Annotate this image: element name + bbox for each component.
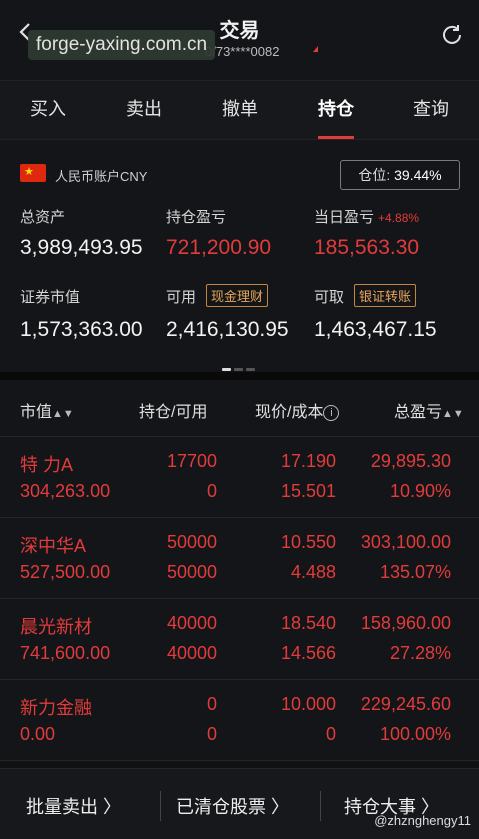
stock-pl-pct: 135.07%	[379, 562, 451, 582]
section-divider	[0, 372, 479, 380]
header-total-pl[interactable]: 总盈亏▲▼	[394, 398, 464, 422]
table-row[interactable]: 特 力A 304,263.00 17700 0 17.190 15.501 29…	[0, 437, 479, 518]
trade-tabs: 买入 卖出 撤单 持仓 查询	[0, 80, 479, 140]
stock-name: 新力金融	[20, 698, 92, 718]
stock-available: 0	[206, 481, 217, 501]
stock-holding: 40000	[166, 613, 217, 633]
stock-pl-pct: 100.00%	[379, 724, 451, 744]
table-row[interactable]: 新力金融 0.00 0 0 10.000 0 229,245.60 100.00…	[0, 680, 479, 761]
stock-pl-pct: 10.90%	[389, 481, 451, 501]
stock-name: 特 力A	[20, 455, 74, 475]
cash-management-tag[interactable]: 现金理财	[206, 284, 269, 307]
bank-transfer-tag[interactable]: 银证转账	[354, 284, 417, 307]
stock-name: 深中华A	[20, 536, 87, 556]
tab-cancel[interactable]: 撤单	[192, 81, 288, 139]
stock-name: 晨光新材	[20, 617, 92, 637]
account-dropdown-icon[interactable]	[313, 46, 318, 52]
stock-market-value: 304,263.00	[20, 481, 111, 501]
stock-cost: 4.488	[290, 562, 336, 582]
available-value: 2,416,130.95	[166, 318, 289, 341]
table-row[interactable]: 晨光新材 741,600.00 40000 40000 18.540 14.56…	[0, 599, 479, 680]
chevron-right-icon: 〉	[271, 797, 290, 817]
total-assets-label: 总资产	[20, 209, 66, 226]
tab-buy[interactable]: 买入	[0, 81, 96, 139]
divider	[320, 791, 321, 821]
stock-market-value: 0.00	[20, 724, 56, 744]
stock-pl-pct: 27.28%	[389, 643, 451, 663]
position-ratio-badge: 仓位: 39.44%	[340, 160, 460, 190]
stock-price: 10.550	[280, 532, 336, 552]
daily-pl-value: 185,563.30	[314, 236, 420, 259]
stock-holding: 50000	[166, 532, 217, 552]
stock-holding: 0	[206, 694, 217, 714]
info-icon: i	[323, 404, 340, 421]
sort-icon: ▲▼	[442, 408, 464, 420]
stock-available: 40000	[166, 643, 217, 663]
stock-cost: 0	[325, 724, 336, 744]
bottom-action-bar: 批量卖出 〉 已清仓股票 〉 持仓大事 〉 @zhznghengy11	[0, 768, 479, 839]
header-holding: 持仓/可用	[139, 404, 208, 421]
daily-pl-percent: +4.88%	[378, 211, 420, 225]
header-price-cost[interactable]: 现价/成本 i	[255, 398, 340, 422]
holdings-table-header: 市值▲▼ 持仓/可用 现价/成本 i 总盈亏▲▼	[0, 380, 479, 437]
total-assets-value: 3,989,493.95	[20, 236, 143, 259]
top-bar: 交易 0/73****0082 forge-yaxing.com.cn	[0, 0, 479, 80]
holding-pl-label: 持仓盈亏	[166, 209, 227, 226]
stock-price: 18.540	[280, 613, 336, 633]
stock-pl: 158,960.00	[360, 613, 451, 633]
account-summary: ★ 人民币账户CNY 仓位: 39.44% 总资产 3,989,493.95 持…	[0, 140, 479, 372]
stock-pl: 29,895.30	[370, 451, 451, 471]
divider	[160, 791, 161, 821]
stock-pl: 303,100.00	[360, 532, 451, 552]
tab-sell[interactable]: 卖出	[96, 81, 192, 139]
tab-holdings[interactable]: 持仓	[288, 81, 384, 139]
daily-pl-label: 当日盈亏 +4.88%	[314, 209, 420, 226]
stock-price: 17.190	[280, 451, 336, 471]
holding-pl-value: 721,200.90	[166, 236, 272, 259]
stock-market-value: 527,500.00	[20, 562, 111, 582]
stock-price: 10.000	[280, 694, 336, 714]
stock-pl: 229,245.60	[360, 694, 451, 714]
sort-icon: ▲▼	[52, 408, 74, 420]
chevron-right-icon: 〉	[103, 797, 122, 817]
refresh-icon[interactable]	[439, 22, 465, 48]
stock-available: 0	[206, 724, 217, 744]
account-number[interactable]: 0/73****0082	[205, 44, 279, 59]
batch-sell-button[interactable]: 批量卖出 〉	[26, 793, 121, 819]
cleared-stocks-button[interactable]: 已清仓股票 〉	[176, 793, 289, 819]
stock-cost: 15.501	[280, 481, 336, 501]
market-value-label: 证券市值	[20, 289, 81, 306]
tab-query[interactable]: 查询	[383, 81, 479, 139]
stock-market-value: 741,600.00	[20, 643, 111, 663]
author-credit: @zhznghengy11	[374, 813, 471, 828]
account-currency: 人民币账户CNY	[55, 169, 148, 184]
stock-holding: 17700	[166, 451, 217, 471]
header-market-value[interactable]: 市值▲▼	[20, 398, 74, 422]
available-label: 可用	[166, 289, 197, 306]
withdrawable-value: 1,463,467.15	[314, 318, 437, 341]
stock-cost: 14.566	[280, 643, 336, 663]
site-watermark: forge-yaxing.com.cn	[28, 30, 216, 60]
table-row[interactable]: 深中华A 527,500.00 50000 50000 10.550 4.488…	[0, 518, 479, 599]
market-value-value: 1,573,363.00	[20, 318, 143, 341]
withdrawable-label: 可取	[314, 289, 345, 306]
stock-available: 50000	[166, 562, 217, 582]
china-flag-icon: ★	[20, 164, 46, 182]
